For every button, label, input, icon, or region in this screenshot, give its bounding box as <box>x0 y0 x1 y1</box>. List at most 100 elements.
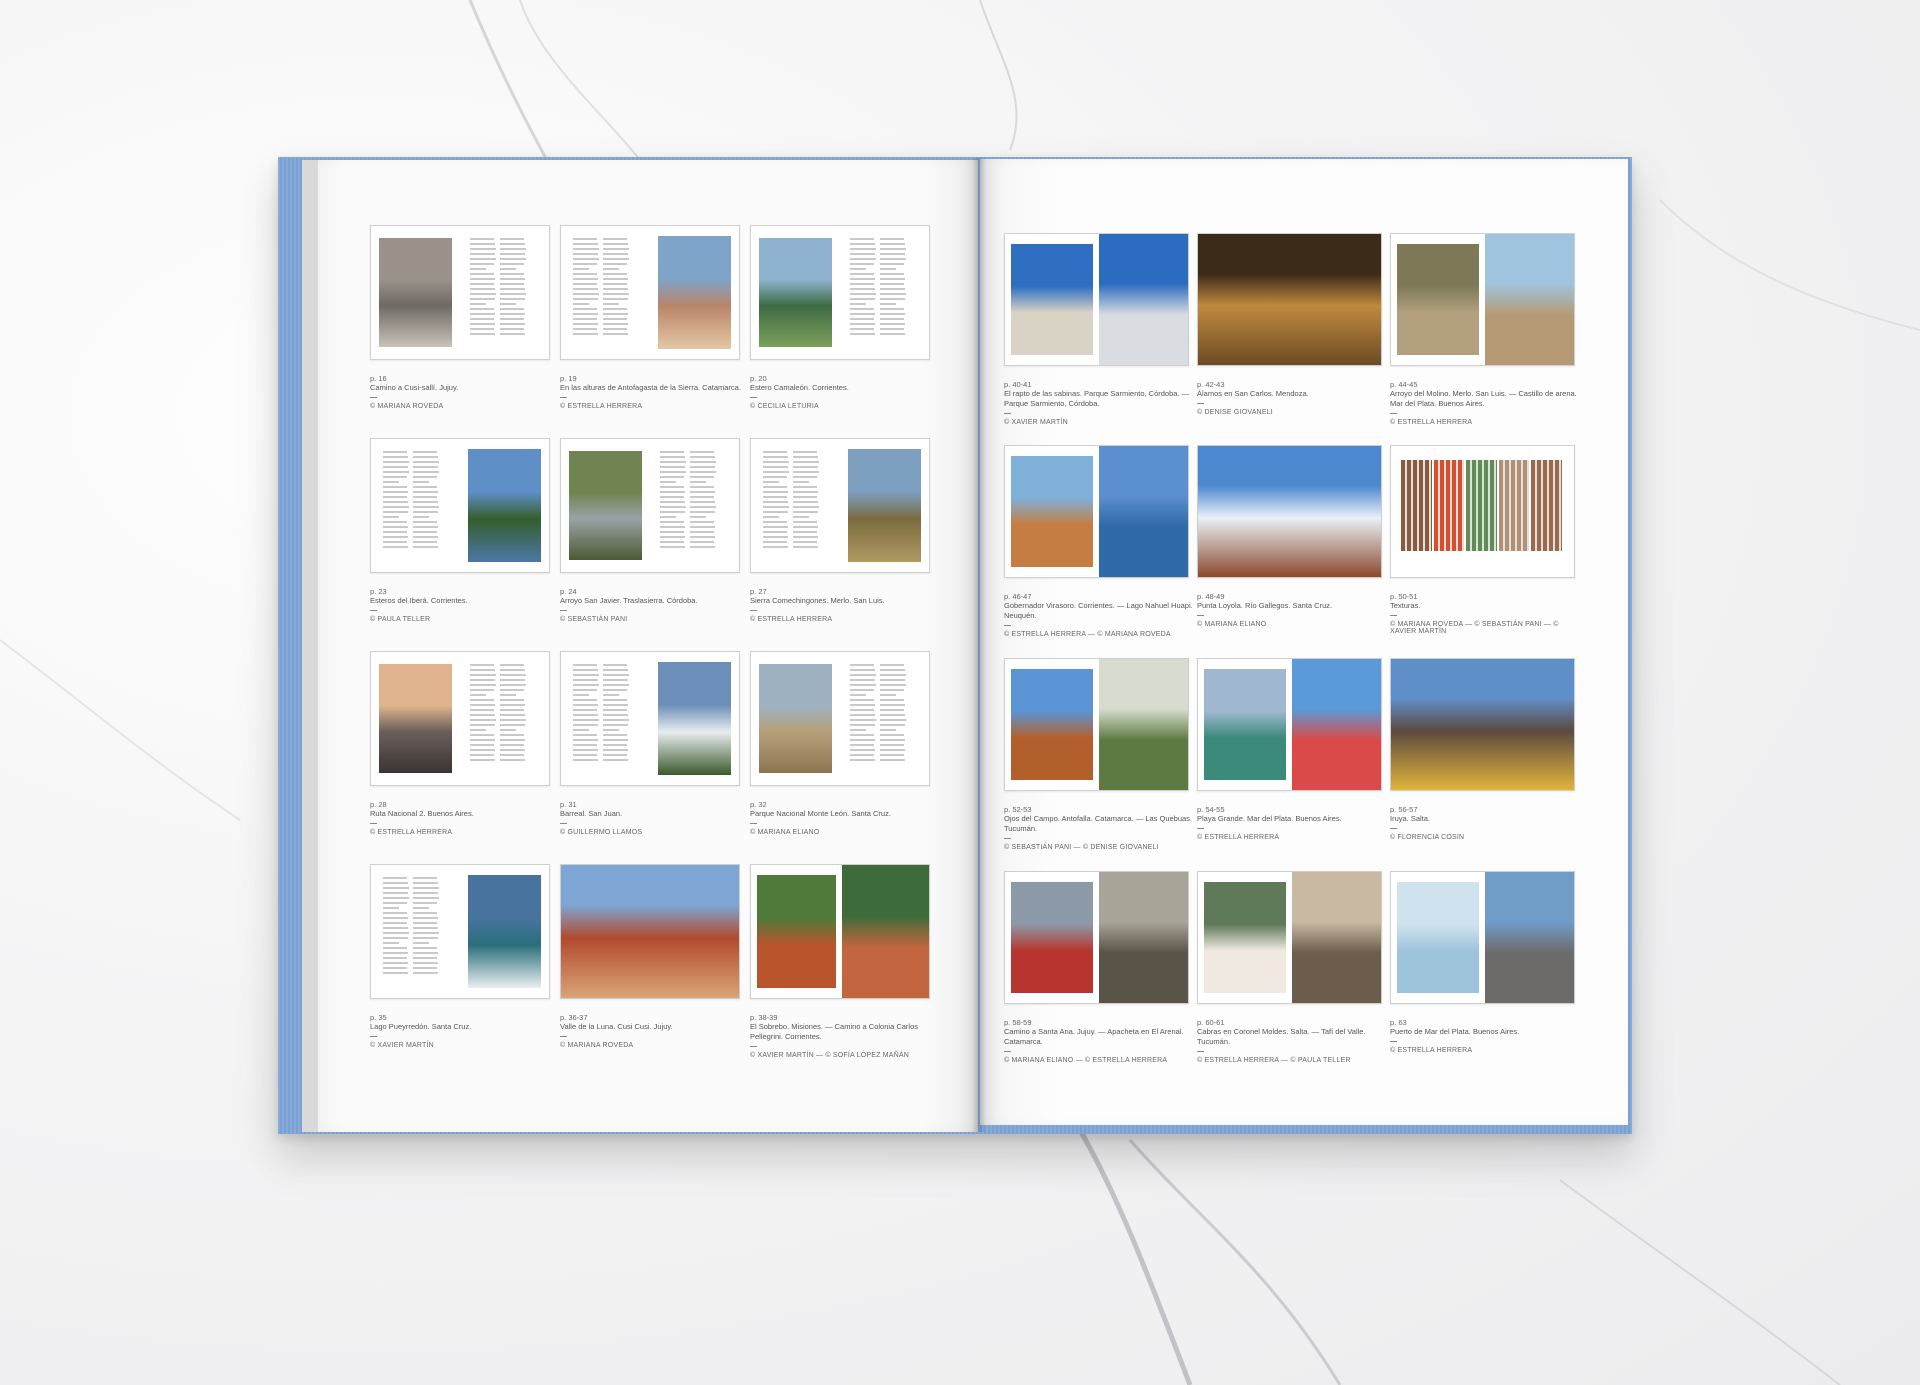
photo-credit: © XAVIER MARTÍN <box>1004 419 1068 426</box>
texture-photo <box>1401 460 1432 551</box>
page-number: p. 48-49 <box>1197 592 1225 601</box>
photo-caption: Barreal. San Juan. <box>560 809 623 818</box>
caption-block: p. 56-57 Iruya. Salta. © FLORENCIA COSIN <box>1390 805 1583 841</box>
photo-caption: Ojos del Campo. Antofalla. Catamarca. — … <box>1004 814 1193 833</box>
photo <box>1098 446 1188 577</box>
spread-thumbnail <box>370 864 550 999</box>
photo <box>1098 872 1188 1003</box>
caption-divider <box>370 823 377 824</box>
spread-thumbnail <box>560 864 740 999</box>
photo <box>658 662 731 775</box>
photo-caption: Punta Loyola. Río Gallegos. Santa Cruz. <box>1197 601 1333 610</box>
page-number: p. 42-43 <box>1197 380 1225 389</box>
text-column <box>500 664 526 764</box>
photo-caption: Cabras en Coronel Moldes. Salta. — Tafí … <box>1197 1027 1366 1046</box>
caption-block: p. 24 Arroyo San Javier. Traslasierra. Có… <box>560 587 748 623</box>
photo <box>1397 882 1479 993</box>
caption-divider <box>560 397 567 398</box>
photo-credit: © ESTRELLA HERRERA <box>370 829 453 836</box>
caption-divider <box>370 610 377 611</box>
photo-credit: © DENISE GIOVANELI <box>1197 409 1273 416</box>
photo <box>1484 872 1574 1003</box>
page-number: p. 27 <box>750 587 767 596</box>
caption-block: p. 40-41 El rapto de las sabinas. Parque … <box>1004 380 1197 426</box>
spread-thumbnail <box>560 225 740 360</box>
caption-block: p. 31 Barreal. San Juan. © GUILLERMO LLAMO… <box>560 800 748 836</box>
photo-caption: Camino a Santa Ana. Jujuy. — Apacheta en… <box>1004 1027 1184 1046</box>
spread-thumbnail <box>1004 871 1189 1004</box>
text-column <box>383 877 409 977</box>
texture-photo <box>1466 460 1497 551</box>
photo-credit: © SEBASTIÁN PANI <box>560 616 628 623</box>
photo-credit: © MARIANA ROVEDA <box>560 1042 634 1049</box>
page-number: p. 54-55 <box>1197 805 1225 814</box>
photo-credit: © ESTRELLA HERRERA <box>1390 1047 1473 1054</box>
photo-credit: © PAULA TELLER <box>370 616 431 623</box>
caption-block: p. 36-37 Valle de la Luna. Cusi Cusi. Juj… <box>560 1013 748 1049</box>
caption-divider <box>750 823 757 824</box>
caption-block: p. 27 Sierra Comechingones. Merlo. San Lu… <box>750 587 938 623</box>
photo-caption: Arroyo San Javier. Traslasierra. Córdoba… <box>560 596 698 605</box>
caption-block: p. 32 Parque Nacional Monte León. Santa C… <box>750 800 938 836</box>
texture-photo <box>1531 460 1562 551</box>
caption-block: p. 42-43 Álamos en San Carlos. Mendoza. © … <box>1197 380 1390 416</box>
page-number: p. 52-53 <box>1004 805 1032 814</box>
photo <box>1011 669 1093 780</box>
caption-divider <box>560 1036 567 1037</box>
photo-credit: © GUILLERMO LLAMOS <box>560 829 643 836</box>
page-number: p. 56-57 <box>1390 805 1418 814</box>
caption-divider <box>370 397 377 398</box>
photo-credit: © CECILIA LETURIA <box>750 403 819 410</box>
texture-photo <box>1433 460 1465 551</box>
caption-divider <box>1197 403 1204 404</box>
photo-credit: © ESTRELLA HERRERA <box>750 616 833 623</box>
photo-credit: © XAVIER MARTÍN — © SOFÍA LÓPEZ MAÑÁN <box>750 1052 910 1059</box>
caption-divider <box>750 397 757 398</box>
caption-block: p. 38-39 El Sobrebo. Misiones. — Camino a… <box>750 1013 938 1059</box>
text-column <box>793 451 819 551</box>
text-column <box>470 238 496 338</box>
photo-caption: Valle de la Luna. Cusi Cusi. Jujuy. <box>560 1022 673 1031</box>
page-number: p. 60-61 <box>1197 1018 1225 1027</box>
text-column <box>850 664 876 764</box>
photo-caption: Gobernador Virasoro. Corrientes. — Lago … <box>1004 601 1193 620</box>
spread-thumbnail <box>1390 658 1575 791</box>
caption-divider <box>1197 828 1204 829</box>
photo <box>1198 234 1381 365</box>
photo-caption: Iruya. Salta. <box>1390 814 1431 823</box>
book-gutter <box>972 158 986 1132</box>
photo <box>1011 882 1093 993</box>
photo-caption: Lago Pueyrredón. Santa Cruz. <box>370 1022 472 1031</box>
text-column <box>500 238 526 338</box>
text-column <box>603 238 629 338</box>
photo-caption: El Sobrebo. Misiones. — Camino a Colonia… <box>750 1022 918 1041</box>
page-number: p. 50-51 <box>1390 592 1418 601</box>
photo <box>1291 659 1381 790</box>
spread-thumbnail <box>560 651 740 786</box>
text-column <box>383 451 409 551</box>
photo-caption: Arroyo del Molino. Merlo. San Luis. — Ca… <box>1390 389 1577 408</box>
photo <box>379 238 452 347</box>
photo-credit: © ESTRELLA HERRERA <box>560 403 643 410</box>
photo-caption: Sierra Comechingones. Merlo. San Luis. <box>750 596 885 605</box>
caption-divider <box>1004 1051 1011 1052</box>
photo <box>1198 446 1381 577</box>
caption-block: p. 23 Esteros del Iberá. Corrientes. © PAU… <box>370 587 558 623</box>
caption-block: p. 19 En las alturas de Antofagasta de la… <box>560 374 748 410</box>
photo-credit: © MARIANA ELIANO — © ESTRELLA HERRERA <box>1004 1057 1168 1064</box>
photo <box>1098 234 1188 365</box>
caption-divider <box>1390 828 1397 829</box>
photo <box>848 449 921 562</box>
spread-thumbnail <box>1197 445 1382 578</box>
spread-thumbnail <box>1197 233 1382 366</box>
photo-credit: © ESTRELLA HERRERA <box>1390 419 1473 426</box>
caption-divider <box>1197 615 1204 616</box>
photo-caption: Ruta Nacional 2. Buenos Aires. <box>370 809 474 818</box>
photo <box>658 236 731 349</box>
caption-block: p. 50-51 Texturas. © MARIANA ROVEDA — © SE… <box>1390 592 1583 635</box>
spread-thumbnail <box>750 651 930 786</box>
spread-thumbnail <box>750 864 930 999</box>
spread-thumbnail <box>370 225 550 360</box>
page-number: p. 20 <box>750 374 767 383</box>
photo-caption: Playa Grande. Mar del Plata. Buenos Aire… <box>1197 814 1342 823</box>
